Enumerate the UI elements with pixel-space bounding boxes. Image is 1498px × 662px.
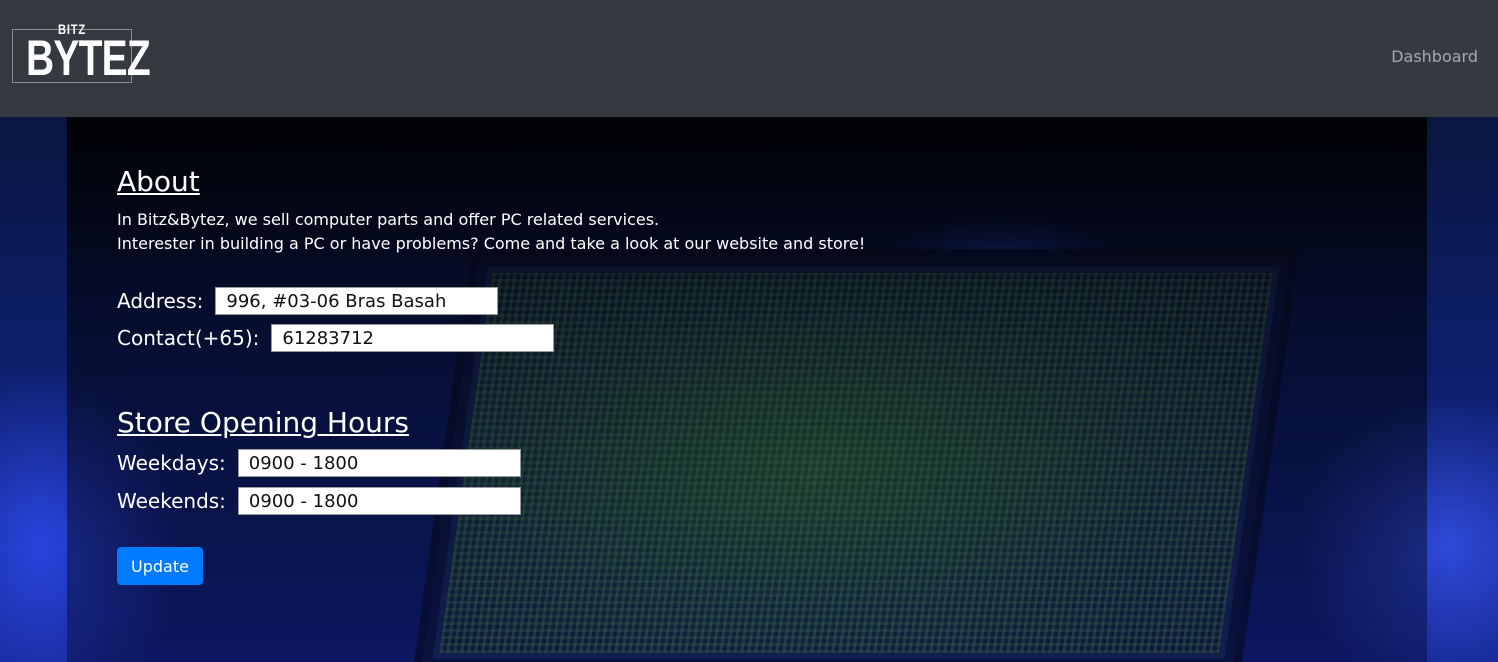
weekends-label: Weekends: — [117, 489, 226, 513]
weekdays-input[interactable] — [237, 449, 521, 477]
contact-row: Contact(+65): — [117, 324, 555, 352]
address-input[interactable] — [215, 287, 499, 315]
contact-label: Contact(+65): — [117, 326, 260, 350]
logo-main-text: BYTEZ — [25, 30, 151, 86]
address-row: Address: — [117, 287, 499, 315]
address-label: Address: — [117, 289, 204, 313]
weekends-input[interactable] — [237, 487, 521, 515]
weekends-row: Weekends: — [117, 487, 521, 515]
brand-logo[interactable]: BITZ BYTEZ — [12, 22, 151, 86]
opening-hours-heading: Store Opening Hours — [117, 406, 409, 439]
navbar: BITZ BYTEZ Dashboard — [0, 0, 1498, 117]
content-overlay — [67, 117, 1427, 662]
nav-link-dashboard[interactable]: Dashboard — [1391, 47, 1478, 66]
weekdays-label: Weekdays: — [117, 451, 226, 475]
about-heading: About — [117, 165, 200, 198]
weekdays-row: Weekdays: — [117, 449, 521, 477]
hero-section: About In Bitz&Bytez, we sell computer pa… — [0, 117, 1498, 662]
contact-input[interactable] — [271, 324, 555, 352]
about-line-1: In Bitz&Bytez, we sell computer parts an… — [117, 210, 660, 229]
about-line-2: Interester in building a PC or have prob… — [117, 234, 866, 253]
update-button[interactable]: Update — [117, 547, 203, 585]
